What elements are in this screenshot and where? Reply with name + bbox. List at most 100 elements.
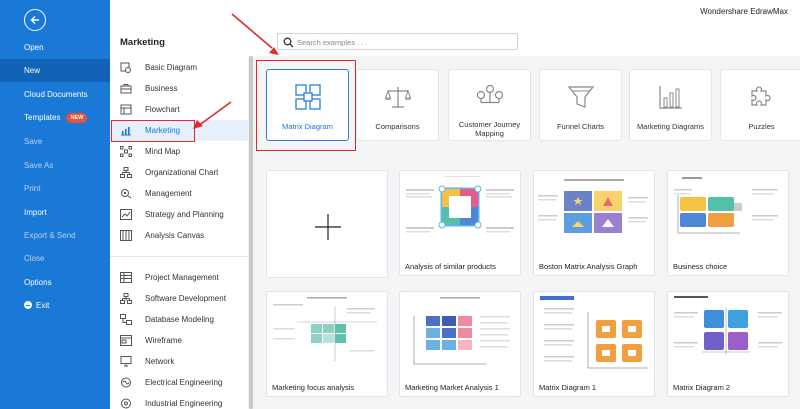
template-thumbnail: ———————————— <box>400 171 520 258</box>
nav-save-label: Save <box>24 137 43 146</box>
nav-save-as-label: Save As <box>24 161 54 170</box>
briefcase-icon <box>120 84 132 94</box>
exit-icon <box>24 301 32 309</box>
template-card-business-choice[interactable]: Business choice <box>667 170 789 276</box>
category-network[interactable]: Network <box>110 351 248 372</box>
type-marketing-diagrams[interactable]: Marketing Diagrams <box>629 69 712 141</box>
nav-templates-label: Templates <box>24 113 61 122</box>
type-label: Comparisons <box>375 122 420 131</box>
nav-import-label: Import <box>24 208 47 217</box>
search-icon <box>283 37 294 48</box>
blank-template-card[interactable] <box>266 170 388 278</box>
category-label: Strategy and Planning <box>145 210 224 219</box>
category-label: Management <box>145 189 192 198</box>
category-mind-map[interactable]: Mind Map <box>110 141 248 162</box>
nav-save-as[interactable]: Save As <box>0 154 110 177</box>
type-label: Funnel Charts <box>556 122 605 131</box>
nav-cloud-label: Cloud Documents <box>24 90 88 99</box>
category-label: Network <box>145 357 175 366</box>
type-label: Puzzles <box>748 122 775 131</box>
journey-icon <box>477 84 503 104</box>
scales-icon <box>385 87 411 108</box>
nav-export-label: Export & Send <box>24 231 76 240</box>
category-label: Organizational Chart <box>145 168 219 177</box>
database-icon <box>120 314 132 325</box>
scrollbar-thumb[interactable] <box>249 56 253 409</box>
type-comparisons[interactable]: Comparisons <box>356 69 439 141</box>
template-label: Matrix Diagram 1 <box>539 383 597 392</box>
template-card-boston-matrix[interactable]: Boston Matrix Analysis Graph <box>533 170 655 276</box>
template-card-matrix-diagram-2[interactable]: Matrix Diagram 2 <box>667 291 789 397</box>
category-basic-diagram[interactable]: Basic Diagram <box>110 57 248 78</box>
category-analysis-canvas[interactable]: Analysis Canvas <box>110 225 248 246</box>
template-card-similar-products[interactable]: ———————————— Analysis of similar product… <box>399 170 521 276</box>
nav-close[interactable]: Close <box>0 247 110 270</box>
nav-save[interactable]: Save <box>0 130 110 153</box>
canvas-icon <box>120 230 132 241</box>
nav-open[interactable]: Open <box>0 36 110 59</box>
category-label: Software Development <box>145 294 226 303</box>
nav-templates[interactable]: Templates NEW <box>0 106 110 129</box>
red-arrow-icon <box>193 101 232 129</box>
funnel-icon <box>568 86 594 108</box>
template-label: Matrix Diagram 2 <box>673 383 731 392</box>
nav-options[interactable]: Options <box>0 271 110 294</box>
nav-import[interactable]: Import <box>0 201 110 224</box>
template-card-matrix-diagram-1[interactable]: Matrix Diagram 1 <box>533 291 655 397</box>
category-label: Electrical Engineering <box>145 378 223 387</box>
category-project-management[interactable]: Project Management <box>110 267 248 288</box>
search-box[interactable] <box>277 33 518 50</box>
category-label: Business <box>145 84 178 93</box>
category-label: Wireframe <box>145 336 182 345</box>
template-thumbnail <box>534 292 654 379</box>
puzzle-icon <box>751 86 771 106</box>
type-funnel-charts[interactable]: Funnel Charts <box>539 69 622 141</box>
nav-new[interactable]: New <box>0 59 110 82</box>
nav-exit-label: Exit <box>36 301 50 310</box>
mind-map-icon <box>120 146 132 157</box>
nav-print-label: Print <box>24 184 41 193</box>
category-electrical-engineering[interactable]: Electrical Engineering <box>110 372 248 393</box>
red-arrow-icon <box>231 13 279 55</box>
industrial-icon <box>121 398 131 409</box>
category-database-modeling[interactable]: Database Modeling <box>110 309 248 330</box>
category-software-development[interactable]: Software Development <box>110 288 248 309</box>
project-icon <box>120 272 132 283</box>
new-badge: NEW <box>66 113 88 123</box>
software-icon <box>120 293 132 304</box>
category-industrial-engineering[interactable]: Industrial Engineering <box>110 393 248 409</box>
nav-new-label: New <box>24 66 41 75</box>
org-chart-icon <box>120 167 132 178</box>
network-icon <box>120 356 132 367</box>
svg-text:————————————: ———————————— <box>445 174 481 178</box>
category-org-chart[interactable]: Organizational Chart <box>110 162 248 183</box>
category-strategy[interactable]: Strategy and Planning <box>110 204 248 225</box>
category-label: Database Modeling <box>145 315 214 324</box>
search-input[interactable] <box>297 36 512 48</box>
category-wireframe[interactable]: Wireframe <box>110 330 248 351</box>
template-card-market-analysis-1[interactable]: Marketing Market Analysis 1 <box>399 291 521 397</box>
left-nav: Open New Cloud Documents Templates NEW Sa… <box>0 0 110 409</box>
template-thumbnail <box>668 292 788 379</box>
category-label: Industrial Engineering <box>145 399 223 408</box>
template-thumbnail <box>400 292 520 379</box>
category-management[interactable]: Management <box>110 183 248 204</box>
nav-cloud-documents[interactable]: Cloud Documents <box>0 83 110 106</box>
nav-export-send[interactable]: Export & Send <box>0 224 110 247</box>
category-business[interactable]: Business <box>110 78 248 99</box>
nav-exit[interactable]: Exit <box>0 294 110 317</box>
type-matrix-diagram[interactable]: Matrix Diagram <box>266 69 349 141</box>
category-highlight-box <box>111 120 195 142</box>
electrical-icon <box>121 377 131 388</box>
management-icon <box>121 189 132 199</box>
nav-open-label: Open <box>24 43 44 52</box>
type-puzzles[interactable]: Puzzles <box>720 69 800 141</box>
strategy-icon <box>120 209 132 220</box>
category-label: Project Management <box>145 273 219 282</box>
template-card-marketing-focus[interactable]: Marketing focus analysis <box>266 291 388 397</box>
basic-diagram-icon <box>120 62 131 73</box>
type-customer-journey[interactable]: Customer Journey Mapping <box>448 69 531 141</box>
nav-close-label: Close <box>24 254 45 263</box>
nav-print[interactable]: Print <box>0 177 110 200</box>
nav-options-label: Options <box>24 278 52 287</box>
